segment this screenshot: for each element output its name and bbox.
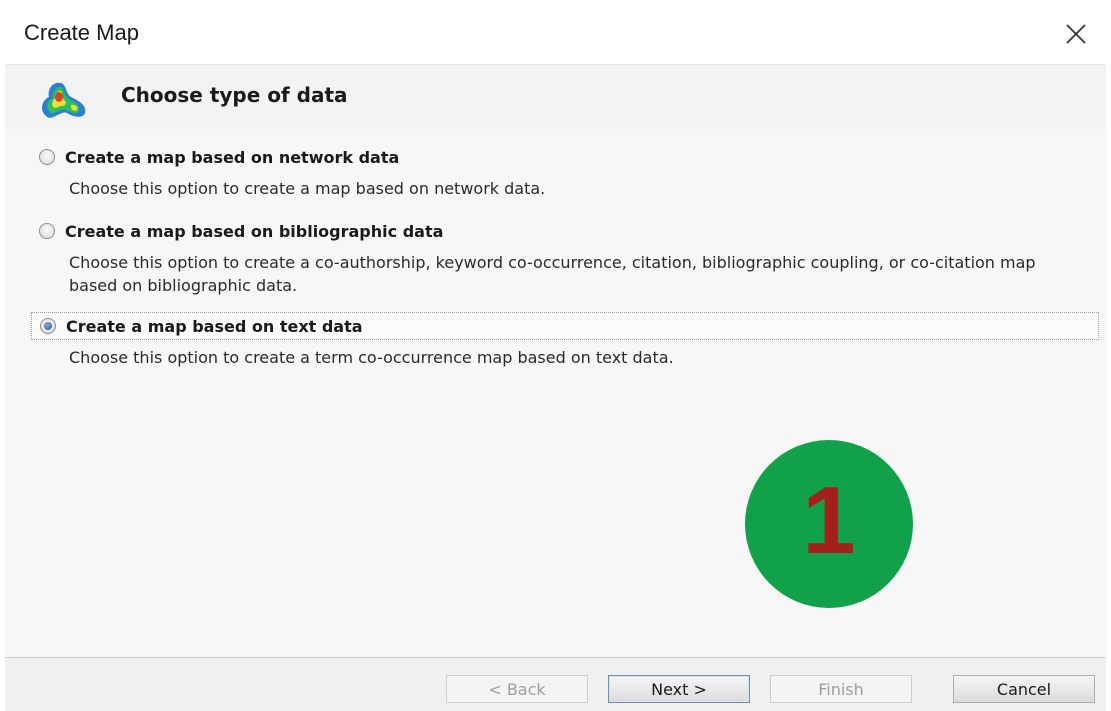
- option-bibliographic-label[interactable]: Create a map based on bibliographic data: [65, 222, 443, 241]
- option-network-row[interactable]: Create a map based on network data: [31, 143, 1099, 171]
- title-bar: Create Map: [0, 0, 1111, 64]
- next-button[interactable]: Next >: [608, 675, 750, 703]
- wizard-header: Choose type of data: [5, 64, 1106, 130]
- option-network: Create a map based on network data Choos…: [31, 143, 1099, 200]
- step-number: 1: [802, 467, 856, 574]
- button-bar: < Back Next > Finish Cancel: [5, 657, 1106, 711]
- options-panel: Create a map based on network data Choos…: [5, 129, 1106, 657]
- option-text: Create a map based on text data Choose t…: [31, 312, 1099, 369]
- step-number-badge: 1: [745, 440, 913, 608]
- wizard-step-title: Choose type of data: [121, 83, 348, 107]
- back-button[interactable]: < Back: [446, 675, 588, 703]
- option-text-row[interactable]: Create a map based on text data: [31, 312, 1099, 340]
- window-title: Create Map: [24, 20, 139, 45]
- option-bibliographic-description: Choose this option to create a co-author…: [69, 253, 1036, 295]
- option-network-label[interactable]: Create a map based on network data: [65, 148, 399, 167]
- finish-button[interactable]: Finish: [770, 675, 912, 703]
- create-map-dialog: Create Map Choose type of data Create a …: [0, 0, 1111, 711]
- close-icon: [1066, 24, 1086, 44]
- option-network-description: Choose this option to create a map based…: [69, 179, 546, 198]
- density-map-icon: [42, 82, 86, 118]
- close-button[interactable]: [1056, 14, 1096, 54]
- option-text-description: Choose this option to create a term co-o…: [69, 348, 674, 367]
- radio-text[interactable]: [40, 318, 56, 334]
- cancel-button[interactable]: Cancel: [953, 675, 1095, 703]
- radio-bibliographic[interactable]: [39, 223, 55, 239]
- radio-network[interactable]: [39, 149, 55, 165]
- option-bibliographic-row[interactable]: Create a map based on bibliographic data: [31, 217, 1099, 245]
- option-text-label[interactable]: Create a map based on text data: [66, 317, 363, 336]
- option-bibliographic: Create a map based on bibliographic data…: [31, 217, 1099, 297]
